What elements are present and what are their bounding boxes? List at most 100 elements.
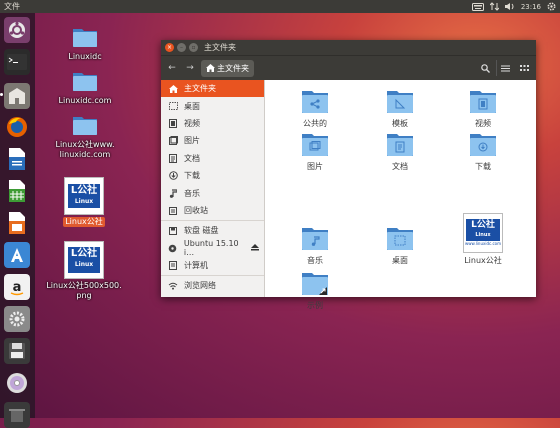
- sidebar-item-network[interactable]: 浏览网络: [161, 277, 264, 294]
- sidebar-item-ubuntu-disc[interactable]: Ubuntu 15.10 i…: [161, 239, 264, 258]
- clock[interactable]: 23:16: [521, 3, 541, 11]
- sidebar-item-desktop[interactable]: 桌面: [161, 97, 264, 114]
- top-panel: 文件 23:16: [0, 0, 560, 13]
- file-label: 桌面: [392, 256, 408, 265]
- folder-item-public[interactable]: 公共的: [285, 88, 345, 129]
- sidebar-item-videos[interactable]: 视频: [161, 115, 264, 132]
- writer-icon[interactable]: [4, 146, 30, 172]
- desktop-icon-label: Linuxidc: [68, 52, 102, 61]
- linux-logo-thumbnail: L公社 Linux: [64, 241, 104, 279]
- file-label: 模板: [392, 119, 408, 128]
- folder-item-downloads[interactable]: 下载: [453, 131, 513, 172]
- amazon-icon[interactable]: a: [4, 274, 30, 300]
- desktop-icon-label: Linuxidc.com: [58, 96, 112, 105]
- sidebar-item-documents[interactable]: 文档: [161, 150, 264, 167]
- sidebar-item-label: 回收站: [184, 205, 208, 215]
- search-button[interactable]: [477, 60, 493, 76]
- desktop-icon-folder[interactable]: Linuxidc: [47, 26, 123, 62]
- desktop-icon-label: Linux公社: [63, 217, 105, 227]
- settings-icon[interactable]: [4, 306, 30, 332]
- breadcrumb-label: 主文件夹: [217, 63, 249, 73]
- sidebar-item-trash[interactable]: 回收站: [161, 202, 264, 219]
- image-file-item[interactable]: L公社 Linux www.linuxidc.com Linux公社: [453, 213, 513, 266]
- floppy-icon[interactable]: [4, 338, 30, 364]
- computer-icon: [167, 261, 179, 271]
- file-manager-window: × – ▫ 主文件夹 ← → 主文件夹 主文件夹 桌面 视频 图片 文档 下载 …: [161, 40, 536, 310]
- file-label: 视频: [475, 119, 491, 128]
- folder-icon: [47, 70, 123, 94]
- desktop-icon-image[interactable]: L公社 Linux Linux公社: [46, 177, 122, 227]
- forward-button[interactable]: →: [183, 60, 197, 76]
- minimize-button[interactable]: –: [177, 43, 186, 52]
- folder-item-pictures[interactable]: 图片: [285, 131, 345, 172]
- network-icon: [167, 282, 179, 290]
- grid-menu-icon: [519, 64, 529, 71]
- app-menu[interactable]: 文件: [0, 1, 472, 12]
- folder-item-templates[interactable]: 模板: [370, 88, 430, 129]
- software-center-icon[interactable]: [4, 242, 30, 268]
- sidebar-item-downloads[interactable]: 下载: [161, 167, 264, 184]
- back-button[interactable]: ←: [165, 60, 179, 76]
- folder-share-icon: [302, 91, 328, 113]
- folder-item-documents[interactable]: 文档: [370, 131, 430, 172]
- sidebar-item-label: 计算机: [184, 261, 208, 271]
- folder-downloads-icon: [470, 134, 496, 156]
- document-icon: [167, 153, 179, 163]
- sidebar-item-label: 图片: [184, 136, 200, 146]
- sidebar-divider: [161, 220, 264, 222]
- file-label: 示例: [307, 301, 323, 310]
- firefox-icon[interactable]: [4, 114, 30, 140]
- sidebar-item-computer[interactable]: 计算机: [161, 257, 264, 274]
- sidebar-item-music[interactable]: 音乐: [161, 184, 264, 201]
- sidebar-item-label: 桌面: [184, 101, 200, 111]
- folder-desktop-icon: [387, 228, 413, 250]
- trash-icon: [167, 206, 179, 215]
- download-icon: [167, 171, 179, 180]
- folder-item-music[interactable]: 音乐: [285, 225, 345, 266]
- window-titlebar[interactable]: × – ▫ 主文件夹: [161, 40, 536, 55]
- folder-pictures-icon: [302, 134, 328, 156]
- picture-icon: [167, 136, 179, 146]
- running-indicator: [0, 93, 3, 96]
- sidebar-item-pictures[interactable]: 图片: [161, 132, 264, 149]
- calc-icon[interactable]: [4, 178, 30, 204]
- trash-icon[interactable]: [4, 402, 30, 428]
- folder-item-desktop[interactable]: 桌面: [370, 225, 430, 266]
- sidebar-item-floppy[interactable]: 软盘 磁盘: [161, 222, 264, 239]
- desktop-icon-folder[interactable]: Linux公社www. linuxidc.com: [47, 114, 123, 160]
- places-sidebar: 主文件夹 桌面 视频 图片 文档 下载 音乐 回收站 软盘 磁盘 Ubuntu …: [161, 80, 265, 297]
- breadcrumb[interactable]: 主文件夹: [201, 59, 254, 77]
- desktop-icon-folder[interactable]: Linuxidc.com: [47, 70, 123, 106]
- keyboard-icon[interactable]: [471, 2, 484, 11]
- svg-text:a: a: [13, 280, 22, 295]
- folder-music-icon: [302, 228, 328, 250]
- dash-icon[interactable]: [4, 17, 30, 43]
- terminal-icon[interactable]: [4, 49, 30, 75]
- disc-icon: [167, 244, 179, 253]
- menu-button[interactable]: [516, 60, 532, 76]
- desktop-icon-label: Linux公社www. linuxidc.com: [55, 140, 115, 159]
- toolbar: ← → 主文件夹: [161, 55, 536, 80]
- sidebar-item-label: 下载: [184, 171, 200, 181]
- file-label: 文档: [392, 162, 408, 171]
- list-view-button[interactable]: [496, 60, 513, 76]
- gear-icon[interactable]: [547, 2, 556, 11]
- desktop-icon-image[interactable]: L公社 Linux Linux公社500x500. png: [46, 241, 122, 301]
- linux-logo-thumbnail: L公社 Linux: [64, 177, 104, 215]
- folder-item-videos[interactable]: 视频: [453, 88, 513, 129]
- file-label: 公共的: [303, 119, 327, 128]
- files-icon[interactable]: [4, 83, 30, 109]
- sidebar-item-label: Ubuntu 15.10 i…: [183, 239, 239, 258]
- maximize-button[interactable]: ▫: [189, 43, 198, 52]
- network-transfer-icon[interactable]: [489, 2, 499, 11]
- sidebar-item-label: 软盘 磁盘: [184, 226, 219, 236]
- eject-icon[interactable]: [251, 243, 259, 253]
- folder-item-examples[interactable]: 示例: [285, 270, 345, 311]
- desktop-icon-label: Linux公社500x500. png: [46, 281, 122, 300]
- volume-icon[interactable]: [504, 2, 515, 11]
- sidebar-item-label: 视频: [184, 118, 200, 128]
- impress-icon[interactable]: [4, 210, 30, 236]
- sidebar-item-home[interactable]: 主文件夹: [161, 80, 264, 98]
- dvd-icon[interactable]: [4, 370, 30, 396]
- close-button[interactable]: ×: [165, 43, 174, 52]
